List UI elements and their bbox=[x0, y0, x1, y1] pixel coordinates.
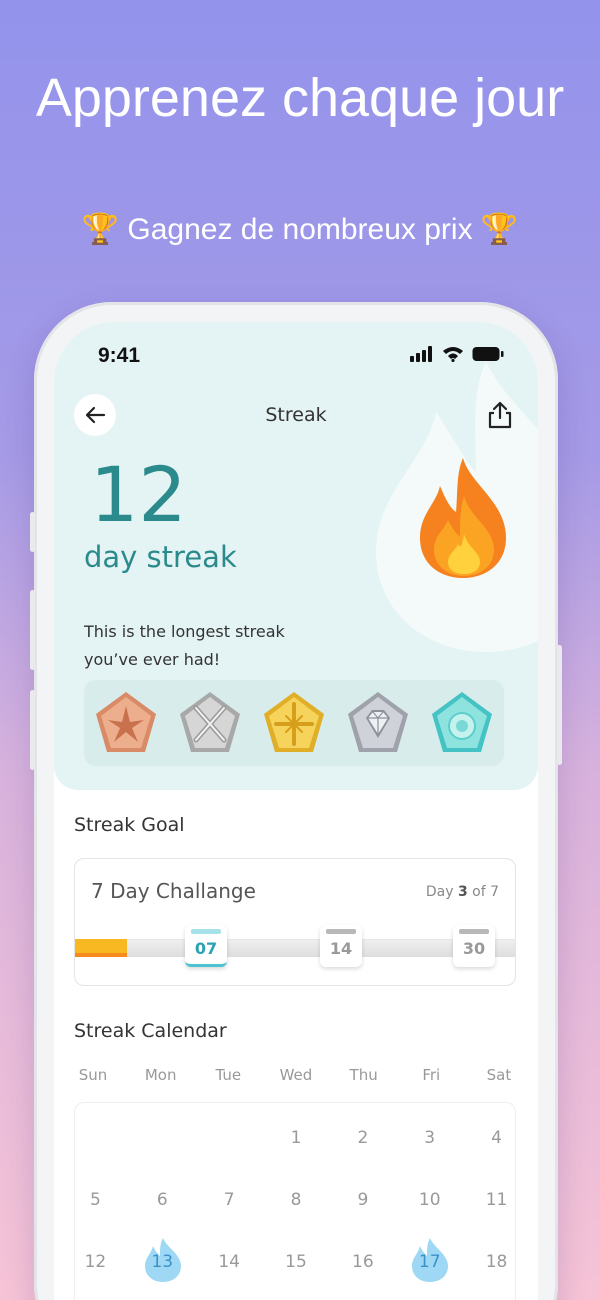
weekday-wed: Wed bbox=[279, 1066, 313, 1084]
calendar-day bbox=[196, 1120, 263, 1156]
calendar-day[interactable]: 2 bbox=[329, 1120, 396, 1156]
challenge-card[interactable]: 7 Day Challange Day 3 of 7 07 14 30 bbox=[74, 858, 516, 986]
calendar-day[interactable]: 7 bbox=[196, 1182, 263, 1218]
silver-swords-badge-icon[interactable] bbox=[178, 690, 242, 756]
weekday-mon: Mon bbox=[144, 1066, 177, 1084]
gold-cross-badge-icon[interactable] bbox=[262, 690, 326, 756]
calendar-day-number: 4 bbox=[491, 1128, 502, 1148]
calendar-day[interactable]: 1 bbox=[263, 1120, 330, 1156]
badges-row bbox=[84, 680, 504, 766]
calendar-day-number: 10 bbox=[418, 1190, 441, 1210]
calendar-day-number: 9 bbox=[357, 1190, 369, 1210]
page-title: Streak bbox=[265, 404, 327, 426]
day-current: 3 bbox=[457, 884, 468, 900]
calendar-day-number: 14 bbox=[218, 1252, 240, 1272]
milestone-14[interactable]: 14 bbox=[320, 925, 362, 967]
calendar-day-number: 3 bbox=[424, 1128, 436, 1148]
diamond-badge-icon[interactable] bbox=[346, 690, 410, 756]
calendar-grid: 1 2 3 4 5 6 7 8 9 10 11 12 13 14 15 16 17 18 bbox=[62, 1120, 530, 1282]
streak-goal-heading: Streak Goal bbox=[74, 814, 185, 836]
calendar-day[interactable]: 14 bbox=[196, 1244, 263, 1280]
streak-calendar-heading: Streak Calendar bbox=[74, 1020, 227, 1042]
bronze-star-badge-icon[interactable] bbox=[94, 690, 158, 756]
wifi-icon bbox=[443, 347, 463, 362]
calendar-day[interactable]: 8 bbox=[263, 1182, 330, 1218]
calendar-day-number: 18 bbox=[485, 1252, 508, 1272]
calendar-day-number: 7 bbox=[223, 1190, 235, 1210]
day-prefix: Day bbox=[425, 884, 454, 900]
calendar-day[interactable]: 10 bbox=[396, 1182, 463, 1218]
status-time: 9:41 bbox=[98, 344, 141, 367]
calendar-day[interactable]: 16 bbox=[329, 1244, 396, 1280]
weekday-sun: Sun bbox=[78, 1066, 108, 1084]
share-icon[interactable] bbox=[486, 400, 514, 430]
challenge-progress-fill bbox=[75, 939, 127, 957]
streak-hero: 9:41 Streak 12 day streak This is the lo… bbox=[54, 322, 538, 790]
calendar-day[interactable]: 15 bbox=[263, 1244, 330, 1280]
calendar-day-number: 2 bbox=[357, 1128, 369, 1148]
calendar-day-number: 13 bbox=[151, 1252, 174, 1272]
longest-streak-message: This is the longest streak you’ve ever h… bbox=[84, 622, 285, 669]
calendar-day[interactable]: 6 bbox=[129, 1182, 196, 1218]
calendar-day-number: 17 bbox=[418, 1252, 441, 1272]
weekday-tue: Tue bbox=[215, 1066, 242, 1084]
flame-icon bbox=[420, 458, 506, 578]
weekday-fri: Fri bbox=[422, 1066, 441, 1084]
calendar-day[interactable]: 11 bbox=[463, 1182, 530, 1218]
milestone-07[interactable]: 07 bbox=[185, 925, 227, 967]
calendar-day bbox=[129, 1120, 196, 1156]
promo-title: Apprenez chaque jour bbox=[35, 68, 565, 128]
promo-subtitle: 🏆 Gagnez de nombreux prix 🏆 bbox=[81, 213, 519, 246]
calendar-day-number: 16 bbox=[352, 1252, 374, 1272]
calendar-day[interactable]: 3 bbox=[396, 1120, 463, 1156]
calendar-day-number: 5 bbox=[90, 1190, 101, 1210]
phone-volume-down-button bbox=[30, 690, 35, 770]
calendar-day[interactable]: 9 bbox=[329, 1182, 396, 1218]
calendar-day[interactable]: 18 bbox=[463, 1244, 530, 1280]
app-screen: 9:41 Streak 12 day streak This is the lo… bbox=[54, 322, 538, 1300]
streak-label: day streak bbox=[84, 540, 237, 574]
calendar-day-number: 15 bbox=[285, 1252, 307, 1272]
weekday-sat: Sat bbox=[486, 1066, 512, 1084]
calendar-day[interactable]: 5 bbox=[62, 1182, 129, 1218]
calendar-day-number: 11 bbox=[485, 1190, 508, 1210]
calendar-day-number: 12 bbox=[84, 1252, 107, 1272]
calendar-day-number: 6 bbox=[156, 1190, 168, 1210]
calendar-weekdays: Sun Mon Tue Wed Thu Fri Sat bbox=[62, 1066, 530, 1084]
phone-volume-up-button bbox=[30, 590, 35, 670]
challenge-day-counter: Day 3 of 7 bbox=[426, 884, 499, 900]
phone-mute-button bbox=[30, 512, 35, 552]
weekday-thu: Thu bbox=[349, 1066, 378, 1084]
milestone-30[interactable]: 30 bbox=[453, 925, 495, 967]
calendar-day[interactable]: 17 bbox=[396, 1238, 463, 1282]
calendar-day[interactable]: 12 bbox=[62, 1244, 129, 1280]
status-icons bbox=[410, 346, 504, 362]
calendar-day[interactable]: 13 bbox=[129, 1238, 196, 1282]
battery-icon bbox=[472, 347, 504, 361]
phone-power-button bbox=[557, 645, 562, 765]
calendar-day-number: 8 bbox=[290, 1190, 302, 1210]
calendar-day bbox=[62, 1120, 129, 1156]
challenge-title: 7 Day Challange bbox=[91, 879, 256, 903]
calendar-day-number: 1 bbox=[290, 1128, 302, 1148]
cellular-signal-icon bbox=[410, 346, 432, 362]
challenge-progress-track bbox=[75, 939, 515, 957]
day-suffix: of 7 bbox=[472, 884, 499, 900]
streak-count: 12 bbox=[90, 450, 187, 539]
teal-gem-badge-icon[interactable] bbox=[430, 690, 494, 756]
calendar-day[interactable]: 4 bbox=[463, 1120, 530, 1156]
